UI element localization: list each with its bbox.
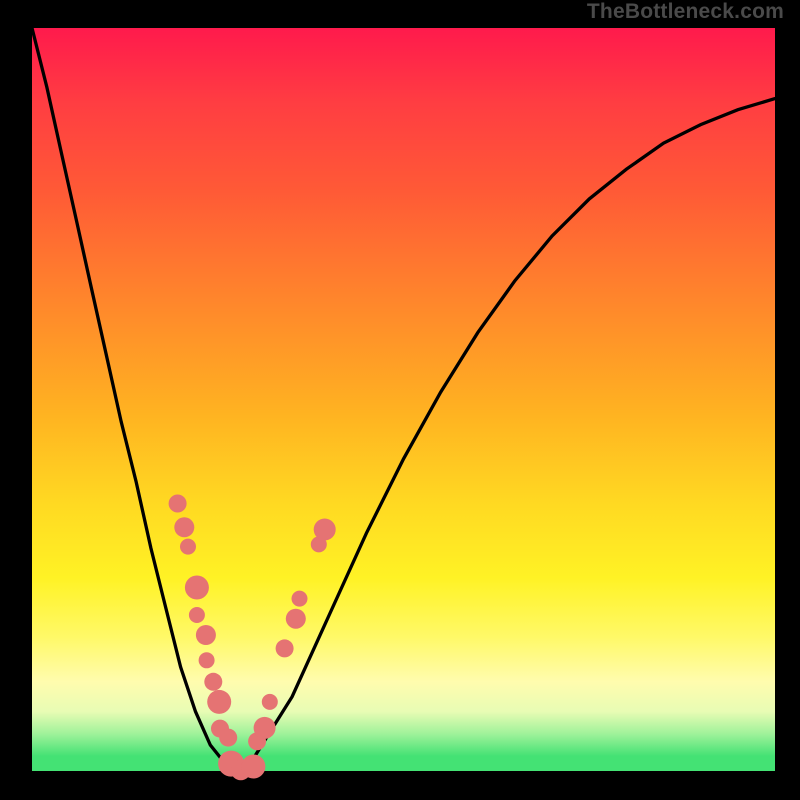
data-marker <box>292 591 308 607</box>
data-marker <box>219 729 237 747</box>
data-marker <box>185 576 209 600</box>
data-marker <box>241 755 265 779</box>
bottleneck-curve-chart <box>0 0 800 800</box>
data-marker <box>196 625 216 645</box>
data-marker <box>189 607 205 623</box>
data-marker <box>207 690 231 714</box>
bottleneck-curve <box>32 28 775 771</box>
marker-group <box>169 495 336 781</box>
data-marker <box>169 495 187 513</box>
data-marker <box>262 694 278 710</box>
data-marker <box>180 539 196 555</box>
data-marker <box>174 517 194 537</box>
data-marker <box>314 519 336 541</box>
data-marker <box>199 652 215 668</box>
data-marker <box>254 717 276 739</box>
data-marker <box>286 609 306 629</box>
data-marker <box>276 639 294 657</box>
data-marker <box>204 673 222 691</box>
